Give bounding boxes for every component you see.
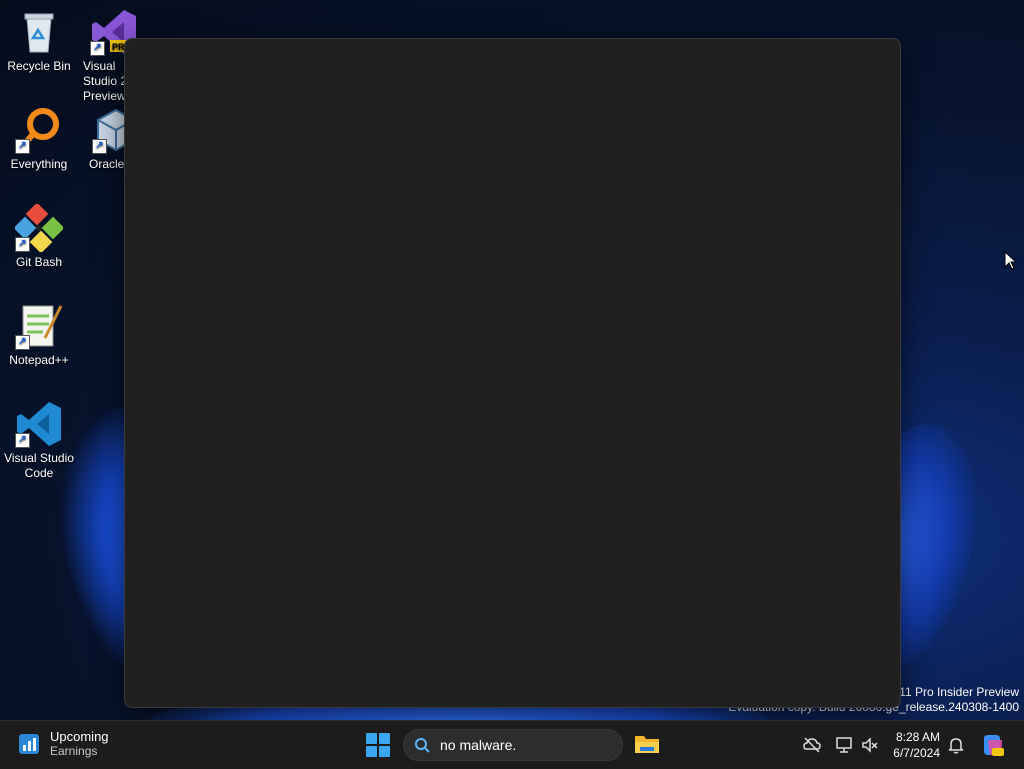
widget-subtitle: Earnings <box>50 744 98 758</box>
clock-time: 8:28 AM <box>895 730 940 744</box>
mouse-cursor-icon <box>1004 251 1018 270</box>
desktop-icon-label: Notepad++ <box>9 353 69 367</box>
shortcut-arrow-icon: ↗ <box>15 335 30 350</box>
everything-search-icon: ↗ <box>15 106 63 154</box>
vscode-icon: ↗ <box>15 400 63 448</box>
taskbar-clock[interactable]: 8:28 AM 6/7/2024 <box>888 729 940 761</box>
desktop-icon-vscode[interactable]: ↗ Visual Studio Code <box>1 400 77 481</box>
widget-title: Upcoming <box>50 729 109 744</box>
shortcut-arrow-icon: ↗ <box>15 433 30 448</box>
windows-logo-tile <box>379 733 390 744</box>
desktop-icon-recycle-bin[interactable]: Recycle Bin <box>1 8 77 74</box>
git-bash-icon: ↗ <box>13 202 65 254</box>
widgets-button[interactable]: Upcoming Earnings <box>18 729 109 759</box>
recycle-bin-icon <box>15 8 63 56</box>
notepad-plus-plus-icon: ↗ <box>15 302 63 350</box>
desktop-icon-label: Oracle VirtualBox <box>89 157 124 171</box>
start-button[interactable] <box>366 733 390 757</box>
desktop-icon-git-bash[interactable]: ↗ Git Bash <box>1 202 77 270</box>
windows-logo-tile <box>379 746 390 757</box>
volume-muted-icon[interactable] <box>860 735 880 755</box>
desktop-icon-everything[interactable]: ↗ Everything <box>1 106 77 172</box>
blank-app-window[interactable] <box>124 38 901 708</box>
onedrive-offline-icon[interactable] <box>802 735 822 755</box>
copilot-icon[interactable] <box>980 732 1006 758</box>
desktop-icon-label: Git Bash <box>15 255 63 269</box>
shortcut-arrow-icon: ↗ <box>92 139 107 154</box>
windows-logo-tile <box>366 746 377 757</box>
notification-bell-icon[interactable] <box>946 735 966 755</box>
virtualbox-cube-icon: ↗ <box>92 106 124 154</box>
taskbar-search-box[interactable]: no malware. <box>403 729 623 761</box>
taskbar: Upcoming Earnings no malware. 8:28 AM 6/… <box>0 720 1024 769</box>
shortcut-arrow-icon: ↗ <box>15 237 30 252</box>
network-icon[interactable] <box>834 735 854 755</box>
desktop-icon-label: Recycle Bin <box>7 59 71 73</box>
windows-logo-tile <box>366 733 377 744</box>
desktop-icon-label: Everything <box>10 157 68 171</box>
stock-chart-icon <box>19 734 39 754</box>
desktop-icon-label: Visual Studio Code <box>4 451 74 480</box>
desktop-icon-notepad-plus-plus[interactable]: ↗ Notepad++ <box>1 302 77 368</box>
shortcut-arrow-icon: ↗ <box>15 139 30 154</box>
shortcut-arrow-icon: ↗ <box>90 41 105 56</box>
search-text: no malware. <box>440 737 517 753</box>
search-icon <box>415 738 430 753</box>
file-explorer-icon[interactable] <box>634 733 660 755</box>
clock-date: 6/7/2024 <box>893 746 940 760</box>
desktop-icon-virtualbox[interactable]: ↗ Oracle VirtualBox <box>80 106 124 172</box>
